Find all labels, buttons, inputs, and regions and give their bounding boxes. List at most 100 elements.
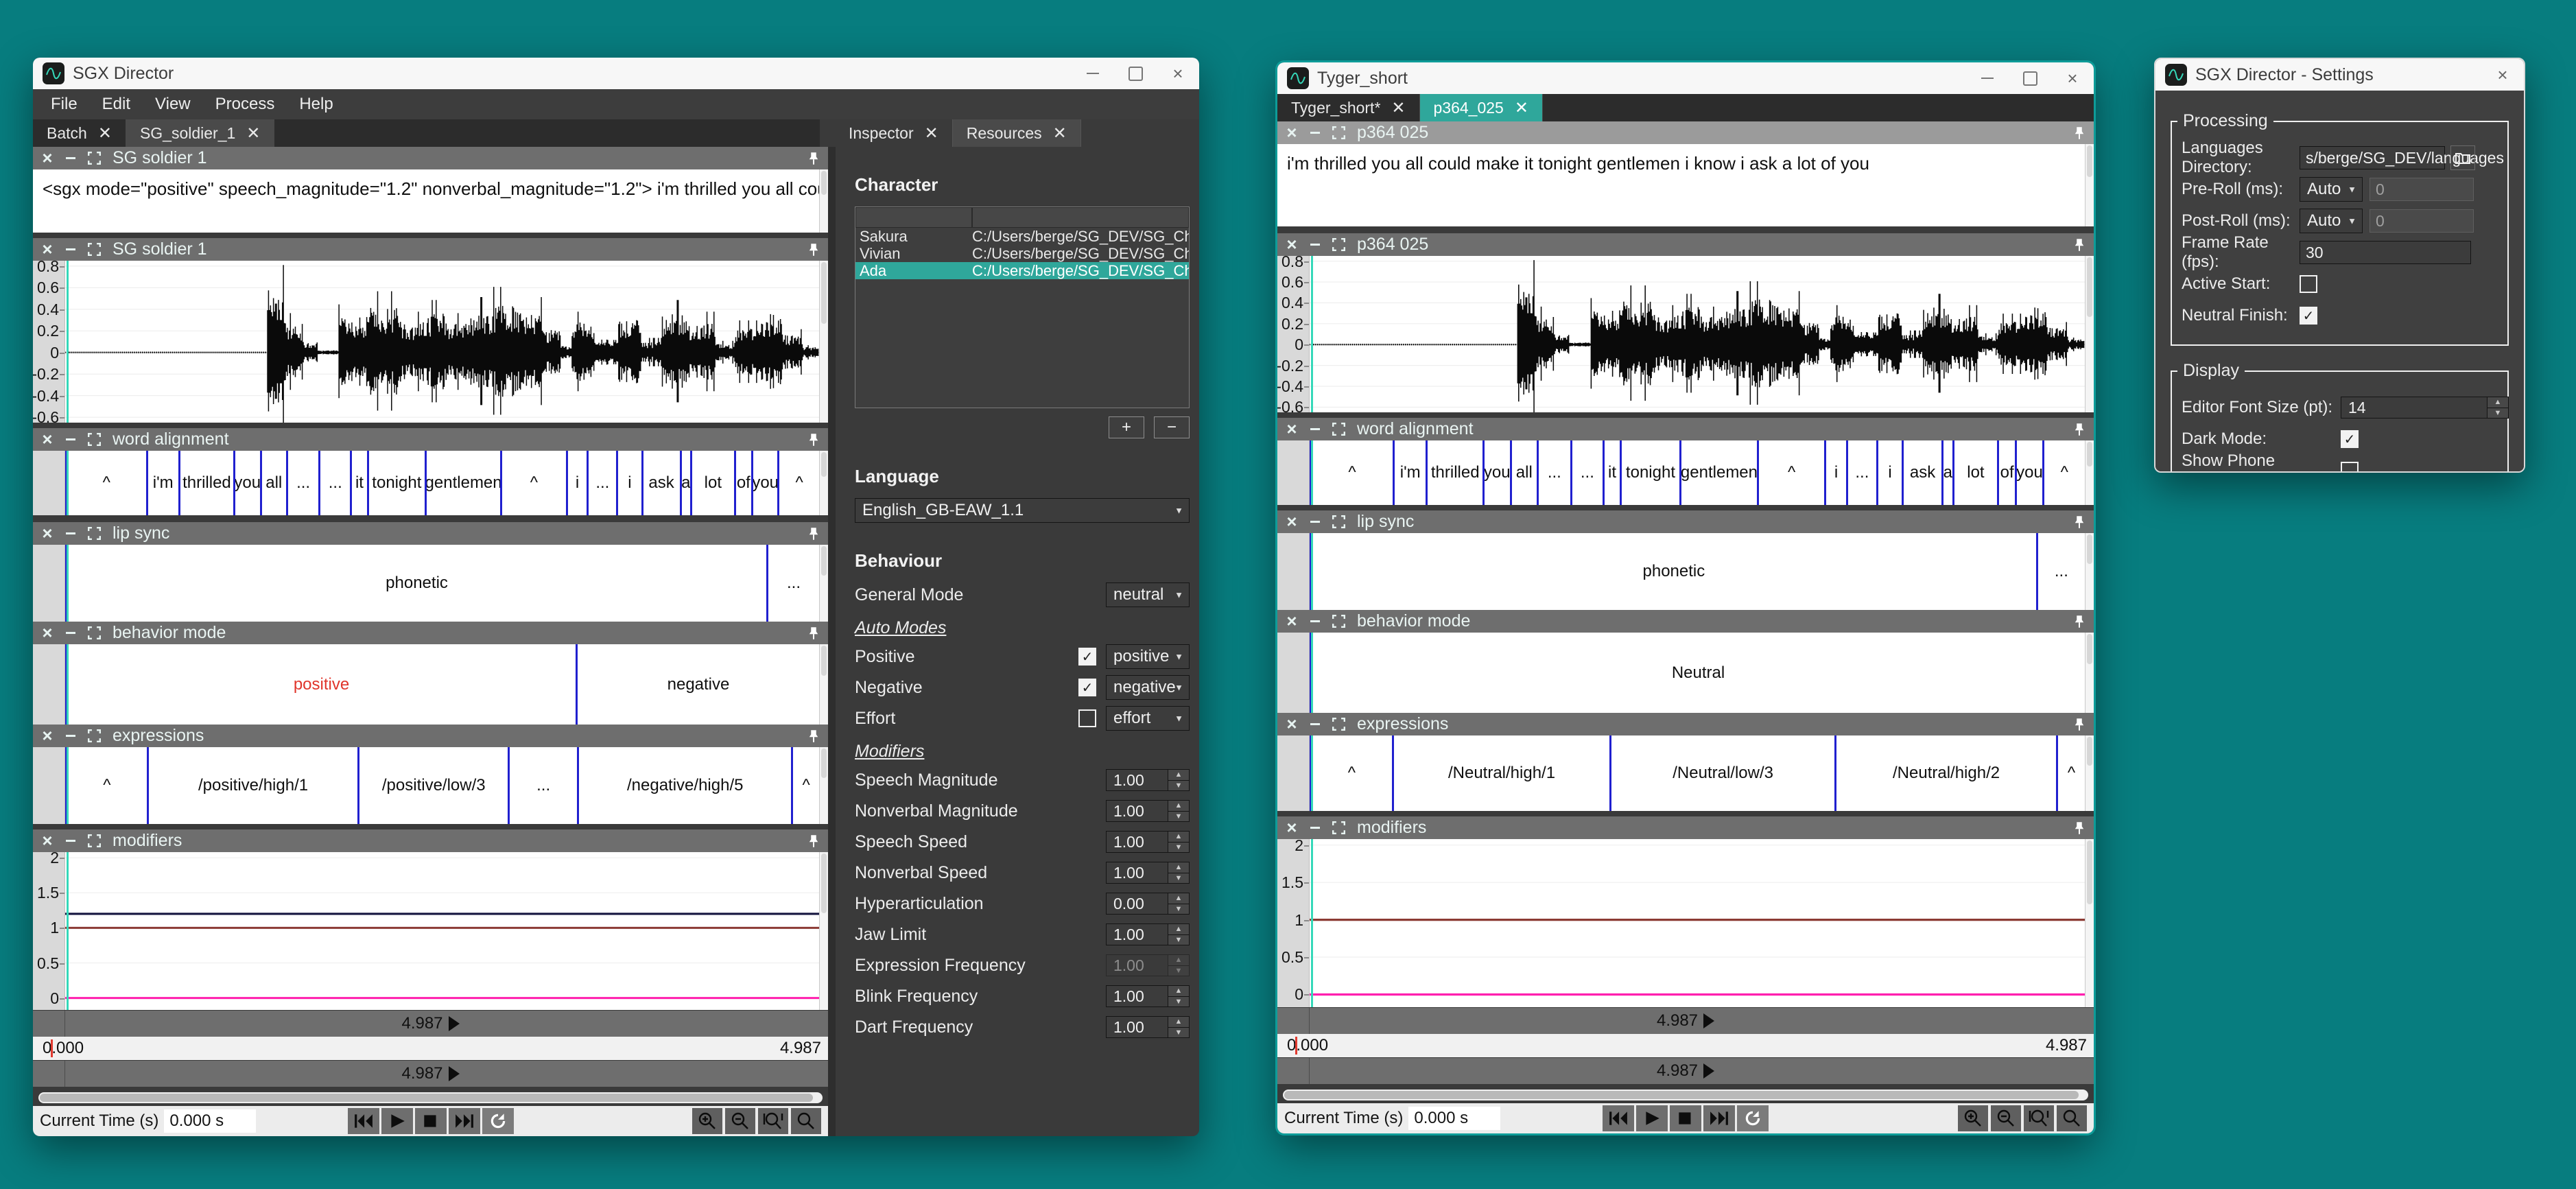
word-segment[interactable]: i	[566, 451, 587, 515]
zoom-fit-button[interactable]	[791, 1108, 821, 1134]
expression-segment[interactable]: ^	[65, 747, 147, 824]
character-row[interactable]: AdaC:/Users/berge/SG_DEV/SG_Characte...	[855, 262, 1189, 279]
horizontal-scrollbar[interactable]	[1283, 1090, 2088, 1100]
panel-header[interactable]: SG soldier 1	[33, 238, 828, 261]
word-segment[interactable]: tonight	[367, 451, 425, 515]
close-icon[interactable]	[1284, 614, 1299, 629]
minimize-icon[interactable]	[1308, 126, 1323, 141]
waveform-display[interactable]	[65, 261, 819, 423]
pin-icon[interactable]	[806, 432, 821, 447]
spinner-arrows[interactable]: ▲▼	[1168, 986, 1189, 1006]
tab-close-icon[interactable]: ✕	[1391, 98, 1405, 118]
general-mode-dropdown[interactable]: neutral	[1106, 582, 1190, 607]
spinner-arrows[interactable]: ▲▼	[1168, 862, 1189, 883]
close-icon[interactable]	[40, 432, 55, 447]
expand-icon[interactable]	[1331, 237, 1346, 252]
expressions-track[interactable]: ^/Neutral/high/1/Neutral/low/3/Neutral/h…	[1310, 735, 2085, 811]
minimize-icon[interactable]	[1308, 237, 1323, 252]
expression-segment[interactable]: /Neutral/low/3	[1609, 735, 1834, 811]
expressions-track[interactable]: ^/positive/high/1/positive/low/3.../nega…	[65, 747, 819, 824]
pin-icon[interactable]	[2072, 126, 2087, 141]
view-range-bar-bottom[interactable]: 4.987	[1277, 1057, 2094, 1084]
close-icon[interactable]	[40, 626, 55, 641]
pin-icon[interactable]	[806, 526, 821, 541]
zoom-out-button[interactable]	[725, 1108, 755, 1134]
view-range-bar-bottom[interactable]: 4.987	[33, 1060, 828, 1087]
panel-header[interactable]: word alignment	[33, 428, 828, 451]
behavior-segment[interactable]: negative	[576, 644, 819, 725]
modifier-spinbox[interactable]: 1.00 ▲▼	[1106, 923, 1190, 945]
minimize-icon[interactable]	[63, 526, 78, 541]
pin-icon[interactable]	[806, 242, 821, 257]
spinner-arrows[interactable]: ▲▼	[1168, 924, 1189, 945]
word-segment[interactable]: ^	[500, 451, 566, 515]
zoom-out-button[interactable]	[1991, 1105, 2021, 1131]
spinner-arrows[interactable]: ▲▼	[2487, 397, 2508, 418]
active-start-checkbox[interactable]	[2300, 275, 2317, 293]
minimize-icon[interactable]	[1308, 821, 1323, 836]
horizontal-scrollbar[interactable]	[38, 1092, 823, 1103]
word-alignment-track[interactable]: ^i'mthrilledyouall......ittonightgentlem…	[65, 451, 819, 515]
word-segment[interactable]: ...	[286, 451, 318, 515]
text-scrollbar[interactable]	[2085, 144, 2094, 226]
modifier-spinbox[interactable]: 1.00 ▲▼	[1106, 800, 1190, 822]
menu-item[interactable]: Process	[204, 95, 286, 114]
expand-icon[interactable]	[86, 834, 102, 849]
pin-icon[interactable]	[2072, 422, 2087, 437]
word-segment[interactable]: ask	[641, 451, 680, 515]
character-row[interactable]: SakuraC:/Users/berge/SG_DEV/SG_Characte.…	[855, 228, 1189, 245]
word-segment[interactable]: all	[1510, 440, 1537, 505]
zoom-fit-button[interactable]	[2057, 1105, 2087, 1131]
current-time-field[interactable]: 0.000 s	[164, 1109, 256, 1133]
word-segment[interactable]: ^	[777, 451, 818, 515]
pin-icon[interactable]	[806, 151, 821, 166]
minimize-icon[interactable]	[63, 626, 78, 641]
expression-segment[interactable]: /positive/high/1	[147, 747, 358, 824]
panel-header[interactable]: p364 025	[1277, 121, 2094, 144]
expand-icon[interactable]	[86, 526, 102, 541]
behavior-mode-track[interactable]: Neutral	[1310, 633, 2085, 713]
close-icon[interactable]	[40, 729, 55, 744]
sgx-text-editor[interactable]: <sgx mode="positive" speech_magnitude="1…	[33, 169, 819, 233]
time-ruler[interactable]: 0.000 4.987	[1277, 1034, 2094, 1057]
expression-segment[interactable]: /positive/low/3	[357, 747, 508, 824]
close-icon[interactable]	[1284, 237, 1299, 252]
menu-item[interactable]: Help	[288, 95, 344, 114]
expand-icon[interactable]	[86, 432, 102, 447]
tab-close-icon[interactable]: ✕	[1515, 98, 1528, 118]
post-roll-mode-dropdown[interactable]: Auto	[2300, 209, 2363, 233]
spinner-arrows[interactable]: ▲▼	[1168, 893, 1189, 914]
panel-header[interactable]: lip sync	[33, 522, 828, 545]
titlebar[interactable]: SGX Director - Settings ×	[2155, 59, 2524, 91]
spinner-arrows[interactable]: ▲▼	[1168, 801, 1189, 821]
play-button[interactable]	[381, 1108, 413, 1134]
frame-rate-field[interactable]: 30	[2300, 241, 2471, 264]
modifier-spinbox[interactable]: 1.00 ▲▼	[1106, 954, 1190, 976]
word-segment[interactable]: ask	[1902, 440, 1941, 505]
spinner-arrows[interactable]: ▲▼	[1168, 955, 1189, 976]
maximize-button[interactable]	[1114, 58, 1157, 89]
close-button[interactable]: ×	[2481, 59, 2524, 91]
titlebar[interactable]: SGX Director ×	[33, 58, 1199, 89]
word-segment[interactable]: you	[751, 451, 777, 515]
languages-directory-field[interactable]: s/berge/SG_DEV/languages	[2300, 146, 2445, 169]
expand-icon[interactable]	[86, 242, 102, 257]
word-segment[interactable]: ^	[1310, 440, 1393, 505]
modifier-spinbox[interactable]: 1.00 ▲▼	[1106, 831, 1190, 853]
lip-sync-segment[interactable]: phonetic	[65, 545, 766, 622]
skip-start-button[interactable]	[1603, 1105, 1634, 1131]
text-scrollbar[interactable]	[819, 169, 828, 233]
expression-segment[interactable]: ^	[1310, 735, 1392, 811]
pin-icon[interactable]	[806, 729, 821, 744]
modifier-spinbox[interactable]: 1.00 ▲▼	[1106, 985, 1190, 1007]
word-segment[interactable]: of	[734, 451, 751, 515]
word-segment[interactable]: ...	[587, 451, 616, 515]
word-segment[interactable]: you	[2015, 440, 2042, 505]
word-segment[interactable]: thrilled	[178, 451, 233, 515]
pin-icon[interactable]	[806, 626, 821, 641]
panel-header[interactable]: p364 025	[1277, 233, 2094, 256]
character-table[interactable]: SakuraC:/Users/berge/SG_DEV/SG_Characte.…	[855, 207, 1190, 408]
spinner-arrows[interactable]: ▲▼	[1168, 770, 1189, 790]
document-tab[interactable]: Tyger_short*✕	[1277, 94, 1420, 121]
minimize-icon[interactable]	[1308, 717, 1323, 732]
